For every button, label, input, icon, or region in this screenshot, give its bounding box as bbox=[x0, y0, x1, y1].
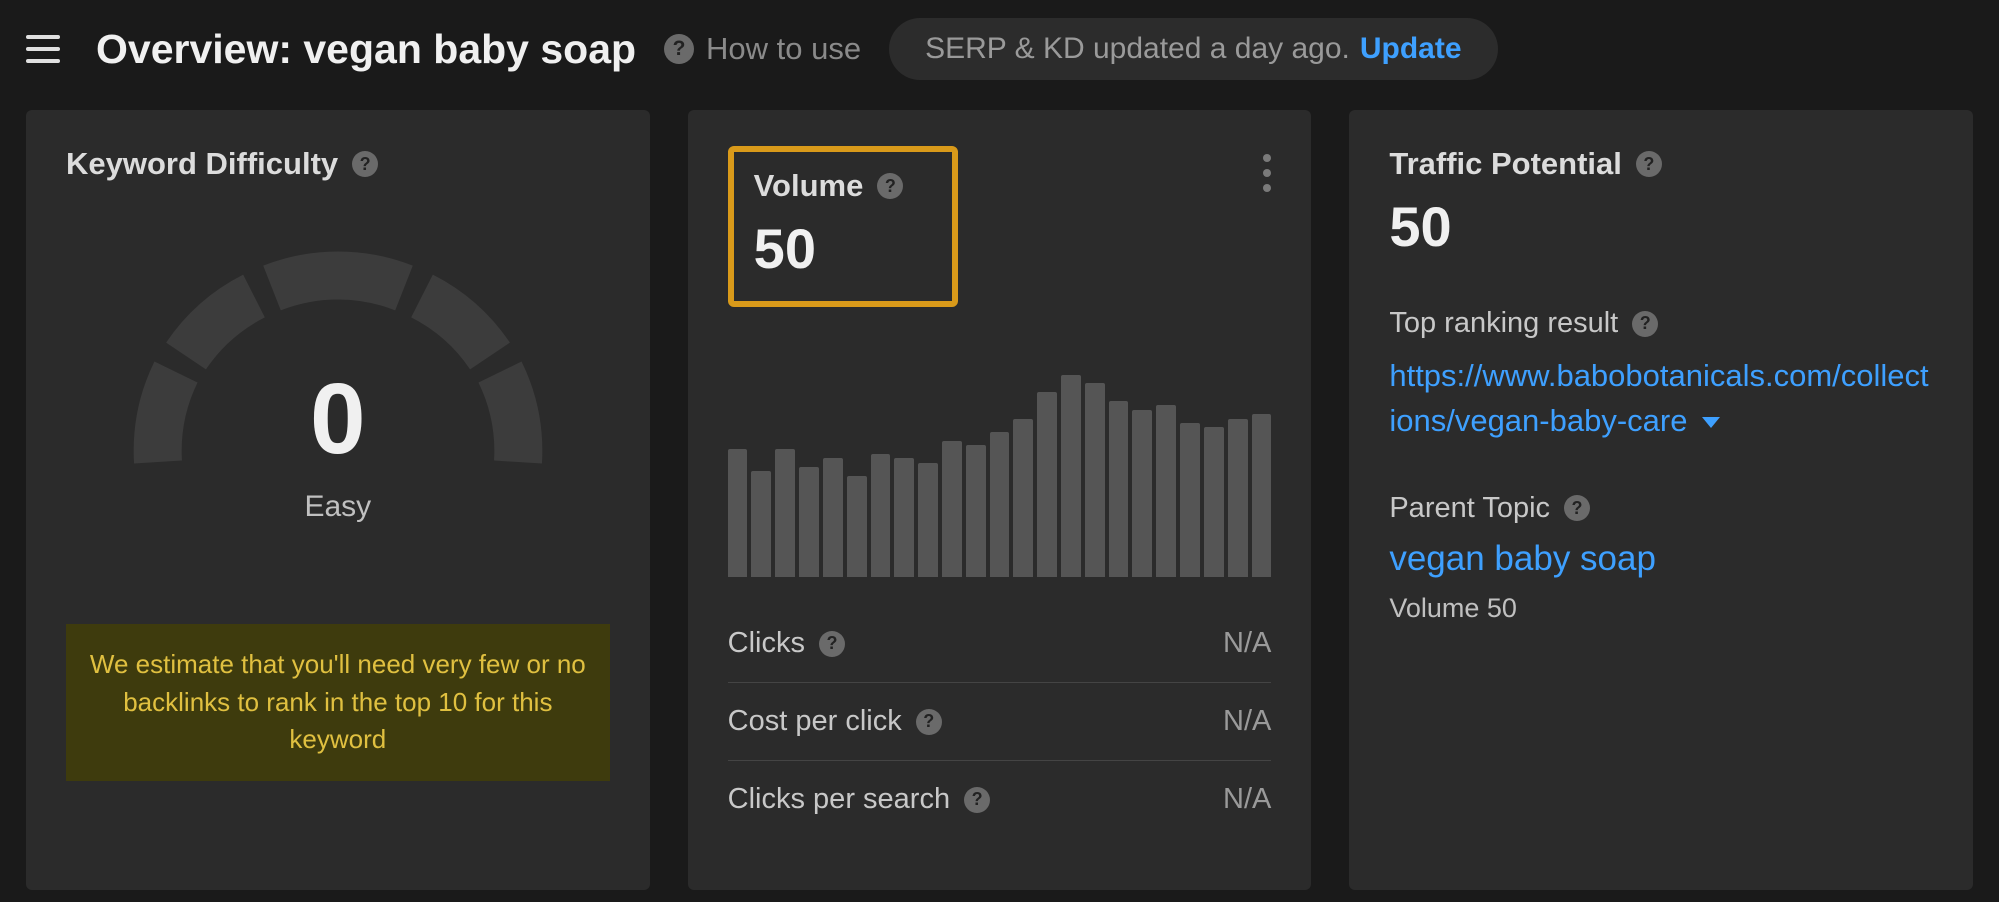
chart-bar bbox=[1037, 392, 1057, 577]
how-to-use-link[interactable]: ? How to use bbox=[664, 31, 861, 67]
update-status-text: SERP & KD updated a day ago. bbox=[925, 32, 1350, 66]
top-ranking-url-link[interactable]: https://www.babobotanicals.com/collectio… bbox=[1389, 354, 1933, 444]
page-title: Overview: vegan baby soap bbox=[96, 26, 636, 73]
chart-bar bbox=[1156, 405, 1176, 577]
metric-label: Clicks per search? bbox=[728, 783, 990, 816]
metric-label-text: Clicks per search bbox=[728, 783, 950, 816]
chart-bar bbox=[728, 449, 748, 577]
metric-label-text: Cost per click bbox=[728, 705, 902, 738]
question-icon[interactable]: ? bbox=[964, 787, 990, 813]
volume-metrics-list: Clicks?N/ACost per click?N/AClicks per s… bbox=[728, 605, 1272, 838]
metric-row: Clicks? N/A bbox=[728, 605, 1272, 682]
chart-bar bbox=[942, 441, 962, 577]
chart-bar bbox=[847, 476, 867, 577]
chart-bar bbox=[1109, 401, 1129, 577]
question-icon[interactable]: ? bbox=[1632, 311, 1658, 337]
chart-bar bbox=[1228, 419, 1248, 577]
update-status-pill: SERP & KD updated a day ago. Update bbox=[889, 18, 1497, 80]
metric-label: Cost per click? bbox=[728, 705, 942, 738]
chart-bar bbox=[1204, 427, 1224, 577]
parent-topic-link[interactable]: vegan baby soap bbox=[1389, 539, 1933, 579]
metric-value: N/A bbox=[1223, 705, 1271, 738]
tp-title: Traffic Potential ? bbox=[1389, 146, 1933, 182]
top-ranking-label-text: Top ranking result bbox=[1389, 307, 1618, 340]
chart-bar bbox=[1085, 383, 1105, 577]
volume-trend-chart bbox=[728, 357, 1272, 577]
tp-title-text: Traffic Potential bbox=[1389, 146, 1622, 182]
volume-title: Volume ? bbox=[754, 168, 932, 204]
traffic-potential-card: Traffic Potential ? 50 Top ranking resul… bbox=[1349, 110, 1973, 890]
chart-bar bbox=[918, 463, 938, 577]
metric-row: Cost per click? N/A bbox=[728, 682, 1272, 760]
question-icon: ? bbox=[664, 34, 694, 64]
update-link[interactable]: Update bbox=[1360, 32, 1462, 66]
parent-topic-volume: Volume 50 bbox=[1389, 593, 1933, 624]
parent-topic-label: Parent Topic ? bbox=[1389, 492, 1933, 525]
volume-title-text: Volume bbox=[754, 168, 864, 204]
chart-bar bbox=[871, 454, 891, 577]
metric-label-text: Clicks bbox=[728, 627, 805, 660]
question-icon[interactable]: ? bbox=[1564, 495, 1590, 521]
keyword-difficulty-card: Keyword Difficulty ? 0 Easy We estimate … bbox=[26, 110, 650, 890]
caret-down-icon[interactable] bbox=[1702, 417, 1720, 428]
top-ranking-label: Top ranking result ? bbox=[1389, 307, 1933, 340]
chart-bar bbox=[966, 445, 986, 577]
tp-value: 50 bbox=[1389, 194, 1933, 259]
metric-label: Clicks? bbox=[728, 627, 845, 660]
kd-note: We estimate that you'll need very few or… bbox=[66, 624, 610, 781]
question-icon[interactable]: ? bbox=[352, 151, 378, 177]
kebab-menu-icon[interactable] bbox=[1263, 154, 1271, 192]
chart-bar bbox=[1180, 423, 1200, 577]
kd-label: Easy bbox=[66, 490, 610, 524]
hamburger-menu-icon[interactable] bbox=[26, 28, 68, 70]
metric-row: Clicks per search? N/A bbox=[728, 760, 1272, 838]
volume-value: 50 bbox=[754, 216, 932, 281]
chart-bar bbox=[799, 467, 819, 577]
chart-bar bbox=[1013, 419, 1033, 577]
question-icon[interactable]: ? bbox=[877, 173, 903, 199]
chart-bar bbox=[775, 449, 795, 577]
question-icon[interactable]: ? bbox=[916, 709, 942, 735]
chart-bar bbox=[1132, 410, 1152, 577]
volume-card: Volume ? 50 Clicks? N/A Cost per click? N/A… bbox=[688, 110, 1312, 890]
kd-value: 0 bbox=[118, 362, 558, 477]
question-icon[interactable]: ? bbox=[1636, 151, 1662, 177]
metric-value: N/A bbox=[1223, 627, 1271, 660]
top-ranking-url-text: https://www.babobotanicals.com/collectio… bbox=[1389, 358, 1928, 438]
chart-bar bbox=[894, 458, 914, 577]
metric-value: N/A bbox=[1223, 783, 1271, 816]
kd-gauge: 0 Easy bbox=[66, 222, 610, 524]
chart-bar bbox=[823, 458, 843, 577]
kd-title: Keyword Difficulty ? bbox=[66, 146, 610, 182]
chart-bar bbox=[1061, 375, 1081, 577]
kd-title-text: Keyword Difficulty bbox=[66, 146, 338, 182]
question-icon[interactable]: ? bbox=[819, 631, 845, 657]
chart-bar bbox=[751, 471, 771, 577]
how-to-use-label: How to use bbox=[706, 31, 861, 67]
header-bar: Overview: vegan baby soap ? How to use S… bbox=[0, 0, 1999, 98]
chart-bar bbox=[1252, 414, 1272, 577]
volume-highlight-box: Volume ? 50 bbox=[728, 146, 958, 307]
cards-row: Keyword Difficulty ? 0 Easy We estimate … bbox=[0, 98, 1999, 902]
chart-bar bbox=[990, 432, 1010, 577]
parent-topic-label-text: Parent Topic bbox=[1389, 492, 1550, 525]
